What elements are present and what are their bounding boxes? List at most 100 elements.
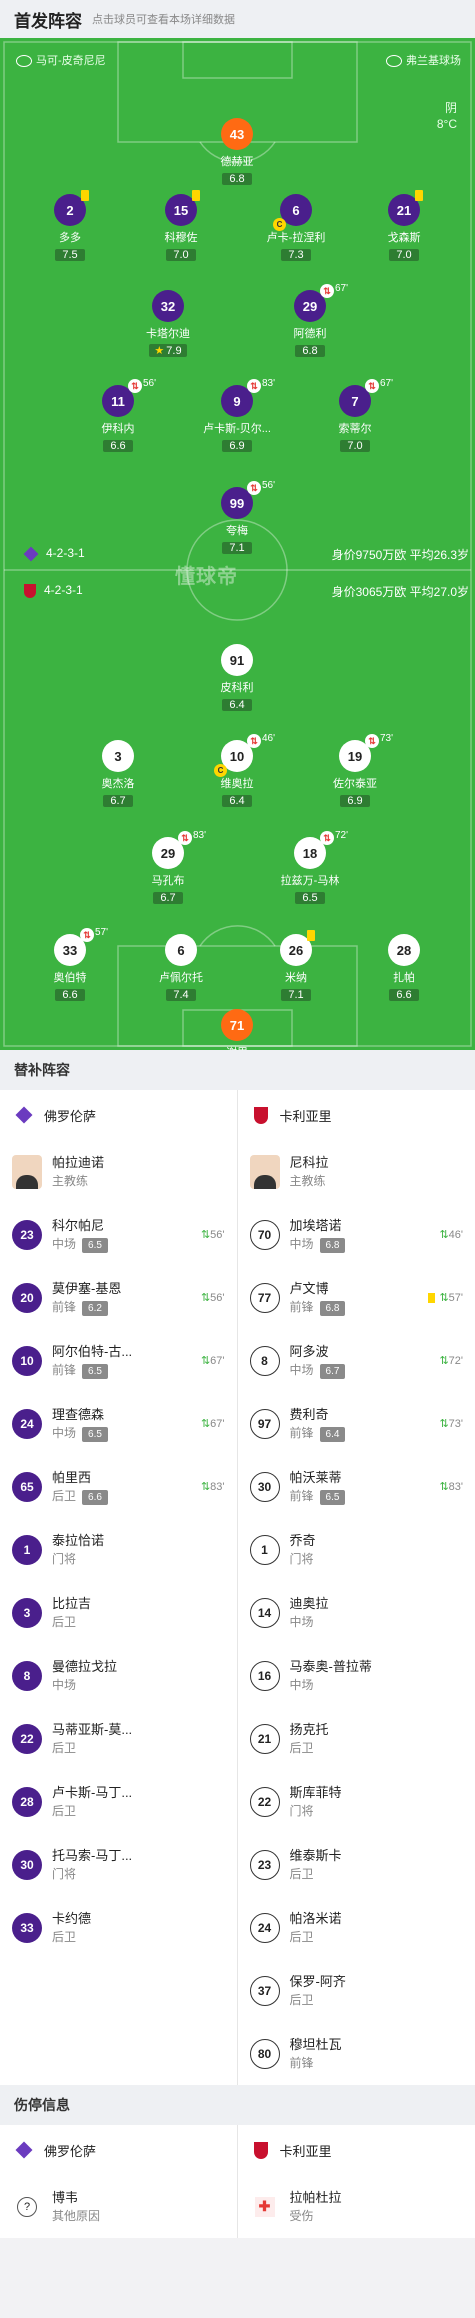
- player-position: 前锋: [289, 1425, 314, 1440]
- sub-player-row[interactable]: 14 迪奥拉 中场: [238, 1581, 475, 1644]
- away-player-29[interactable]: 29 ⇅ 83' 马孔布 6.7: [108, 830, 228, 906]
- player-position-line: 门将: [52, 1865, 132, 1883]
- sub-team-header[interactable]: 佛罗伦萨: [0, 1090, 237, 1140]
- player-info: 阿多波 中场 6.7: [290, 1343, 346, 1379]
- player-number: 11: [111, 393, 125, 409]
- sub-player-row[interactable]: 22 斯库菲特 门将: [238, 1770, 475, 1833]
- team-name: 佛罗伦萨: [44, 1108, 97, 1124]
- sub-player-row[interactable]: 28 卢卡斯-马丁... 后卫: [0, 1770, 237, 1833]
- away-player-26[interactable]: 26 米纳 7.1: [236, 930, 356, 1003]
- sub-player-row[interactable]: 1 乔奇 门将: [238, 1518, 475, 1581]
- player-number-badge: 1: [249, 1534, 280, 1565]
- sub-player-row[interactable]: 23 维泰斯卡 后卫: [238, 1833, 475, 1896]
- player-position-line: 中场: [290, 1676, 372, 1694]
- away-player-18[interactable]: 18 ⇅ 72' 拉兹万-马林 6.5: [250, 830, 370, 906]
- player-position-line: 中场: [290, 1613, 329, 1631]
- sub-player-row[interactable]: 3 比拉吉 后卫: [0, 1581, 237, 1644]
- subs-home-column: 佛罗伦萨帕拉迪诺 主教练 23 科尔帕尼 中场 6.5 ⇅56' 20 莫伊塞-基恩 前锋 6.2 ⇅…: [0, 1090, 238, 2085]
- player-position-line: 门将: [290, 1550, 316, 1568]
- player-info: 帕洛米诺 后卫: [290, 1910, 342, 1946]
- home-player-11[interactable]: 11 ⇅ 56' 伊科内 6.6: [58, 378, 178, 454]
- sub-off-minute: 72': [335, 830, 349, 841]
- away-player-3[interactable]: 3 奥杰洛 6.7: [58, 740, 178, 809]
- sub-player-row[interactable]: 22 马蒂亚斯-莫... 后卫: [0, 1707, 237, 1770]
- sub-player-row[interactable]: 97 费利奇 前锋 6.4 ⇅73': [238, 1392, 475, 1455]
- player-number-badge: 21: [388, 190, 423, 226]
- player-rating: 6.8: [222, 173, 252, 185]
- sub-player-row[interactable]: 77 卢文博 前锋 6.8 ⇅57': [238, 1266, 475, 1329]
- home-player-21[interactable]: 21 戈森斯 7.0: [344, 190, 464, 263]
- away-player-33[interactable]: 33 ⇅ 57' 奥伯特 6.6: [10, 927, 130, 1003]
- sub-player-row[interactable]: 65 帕里西 后卫 6.6 ⇅83': [0, 1455, 237, 1518]
- injury-home-team[interactable]: 佛罗伦萨: [0, 2125, 237, 2175]
- home-player-7[interactable]: 7 ⇅ 67' 索蒂尔 7.0: [295, 378, 415, 454]
- home-player-15[interactable]: 15 科穆佐 7.0: [121, 190, 241, 263]
- sub-player-row[interactable]: 21 扬克托 后卫: [238, 1707, 475, 1770]
- away-player-6[interactable]: 6 卢佩尔托 7.4: [121, 934, 241, 1003]
- player-position-line: 门将: [52, 1550, 104, 1568]
- coach-row[interactable]: 尼科拉 主教练: [238, 1140, 475, 1203]
- player-name: 阿德利: [293, 328, 327, 340]
- coach-hair: [253, 1174, 276, 1189]
- sub-player-row[interactable]: 23 科尔帕尼 中场 6.5 ⇅56': [0, 1203, 237, 1266]
- sub-player-row[interactable]: 1 泰拉恰诺 门将: [0, 1518, 237, 1581]
- sub-player-row[interactable]: 24 帕洛米诺 后卫: [238, 1896, 475, 1959]
- sub-player-row[interactable]: 20 莫伊塞-基恩 前锋 6.2 ⇅56': [0, 1266, 237, 1329]
- player-name: 曼德拉戈拉: [52, 1658, 118, 1674]
- player-name: 拉帕杜拉: [289, 2189, 342, 2205]
- player-name: 拉兹万-马林: [280, 875, 340, 887]
- injury-away-team[interactable]: 卡利亚里: [238, 2125, 475, 2175]
- home-player-29[interactable]: 29 ⇅ 67' 阿德利 6.8: [250, 283, 370, 359]
- home-player-9[interactable]: 9 ⇅ 83' 卢卡斯-贝尔... 6.9: [177, 378, 297, 454]
- sub-player-row[interactable]: 33 卡约德 后卫: [0, 1896, 237, 1959]
- player-name: 阿尔伯特-古...: [52, 1343, 133, 1359]
- home-player-6[interactable]: 6 C 卢卡-拉涅利 7.3: [236, 194, 356, 263]
- home-player-32[interactable]: 32 卡塔尔迪 ★ 7.9: [108, 290, 228, 359]
- player-number-badge: 24: [12, 1408, 42, 1439]
- player-rating: 6.6: [389, 989, 419, 1001]
- sub-off-icon: ⇅: [247, 734, 261, 748]
- coach-row[interactable]: 帕拉迪诺 主教练: [0, 1140, 237, 1203]
- sub-player-row[interactable]: 37 保罗-阿齐 后卫: [238, 1959, 475, 2022]
- away-player-28[interactable]: 28 扎帕 6.6: [344, 934, 464, 1003]
- player-rating: 7.0: [389, 249, 419, 261]
- away-player-71[interactable]: 71谢里6.7: [177, 1009, 297, 1050]
- sub-player-row[interactable]: 30 托马索-马丁... 门将: [0, 1833, 237, 1896]
- player-number: 2: [66, 202, 74, 218]
- player-number-badge: 22: [249, 1786, 280, 1817]
- player-number-badge: 2: [54, 190, 89, 226]
- player-position-line: 后卫: [52, 1613, 91, 1631]
- player-name: 卢文博: [289, 1280, 329, 1296]
- sub-in: ⇅67': [201, 1417, 225, 1430]
- home-player-99[interactable]: 99 ⇅ 56' 夸梅 7.1: [177, 480, 297, 556]
- sub-player-row[interactable]: 16 马泰奥-普拉蒂 中场: [238, 1644, 475, 1707]
- sub-player-row[interactable]: 30 帕沃莱蒂 前锋 6.5 ⇅83': [238, 1455, 475, 1518]
- star-icon: ★: [154, 345, 165, 357]
- sub-off-minute: 46': [262, 733, 276, 744]
- sub-player-row[interactable]: 8 曼德拉戈拉 中场: [0, 1644, 237, 1707]
- injury-away-player[interactable]: ✚ 拉帕杜拉 受伤: [238, 2175, 475, 2238]
- home-player-2[interactable]: 2 多多 7.5: [10, 190, 130, 263]
- sub-player-row[interactable]: 80 穆坦杜瓦 前锋: [238, 2022, 475, 2085]
- away-player-91[interactable]: 91 皮科利 6.4: [177, 644, 297, 713]
- sub-off-icon: ⇅: [128, 379, 142, 393]
- cagliari-logo-icon: [24, 583, 36, 598]
- sub-player-row[interactable]: 24 理查德森 中场 6.5 ⇅67': [0, 1392, 237, 1455]
- home-formation: 4-2-3-1: [23, 546, 85, 562]
- home-player-43[interactable]: 43 德赫亚 6.8: [177, 118, 297, 187]
- home-value: 身价9750万欧 平均26.3岁: [331, 548, 469, 562]
- away-player-10[interactable]: 10 ⇅ 46' C 维奥拉 6.4: [177, 733, 297, 809]
- team-name: 卡利亚里: [279, 1108, 332, 1124]
- player-number-badge: 23: [12, 1219, 42, 1250]
- away-formation: 4-2-3-1: [24, 583, 83, 598]
- injury-home-player[interactable]: ? 博韦 其他原因: [0, 2175, 237, 2238]
- sub-player-row[interactable]: 70 加埃塔诺 中场 6.8 ⇅46': [238, 1203, 475, 1266]
- sub-team-header[interactable]: 卡利亚里: [238, 1090, 475, 1140]
- player-info: 迪奥拉 中场: [290, 1595, 329, 1631]
- sub-player-row[interactable]: 10 阿尔伯特-古... 前锋 6.5 ⇅67': [0, 1329, 237, 1392]
- player-number: 32: [160, 298, 176, 314]
- sub-in-icon: ⇅: [200, 1481, 211, 1493]
- player-position: 后卫: [52, 1614, 77, 1629]
- sub-player-row[interactable]: 8 阿多波 中场 6.7 ⇅72': [238, 1329, 475, 1392]
- away-player-19[interactable]: 19 ⇅ 73' 佐尔泰亚 6.9: [295, 733, 415, 809]
